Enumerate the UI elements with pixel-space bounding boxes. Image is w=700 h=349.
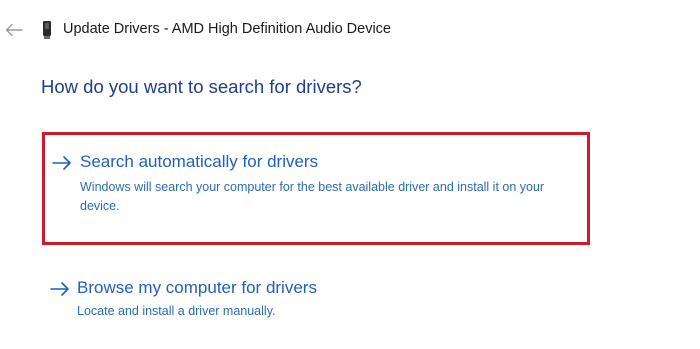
search-automatically-option[interactable]: Search automatically for drivers Windows… xyxy=(42,132,590,245)
title-bar: Update Drivers - AMD High Definition Aud… xyxy=(0,14,700,46)
device-icon xyxy=(43,21,51,39)
page-heading: How do you want to search for drivers? xyxy=(41,76,362,97)
option-title: Browse my computer for drivers xyxy=(77,278,317,297)
option-title: Search automatically for drivers xyxy=(80,152,319,171)
update-drivers-window: Update Drivers - AMD High Definition Aud… xyxy=(0,0,700,349)
right-arrow-icon xyxy=(52,156,71,170)
right-arrow-icon xyxy=(50,282,69,296)
option-description: Locate and install a driver manually. xyxy=(77,304,276,318)
option-description: Windows will search your computer for th… xyxy=(80,180,545,213)
back-arrow-icon xyxy=(5,23,23,37)
window-title: Update Drivers - AMD High Definition Aud… xyxy=(63,21,391,37)
back-button[interactable] xyxy=(4,22,24,38)
browse-computer-option[interactable]: Browse my computer for drivers Locate an… xyxy=(42,270,590,330)
